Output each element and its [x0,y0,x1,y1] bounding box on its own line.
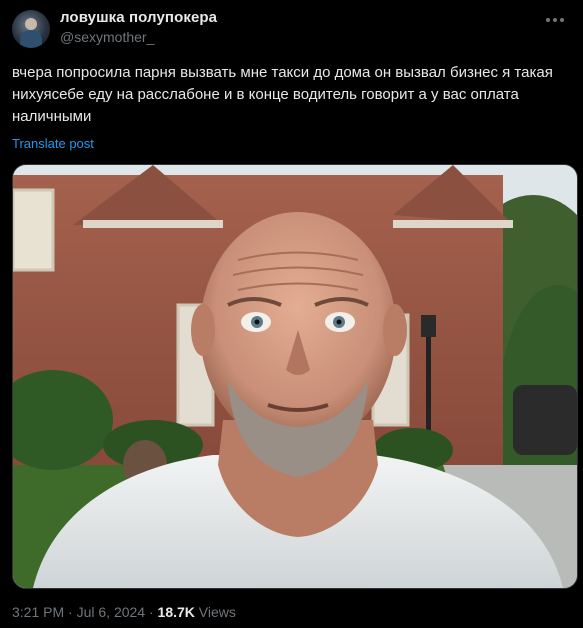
tweet-photo[interactable] [12,164,578,589]
tweet-date[interactable]: Jul 6, 2024 [77,604,146,620]
tweet-header: ловушка полупокера @sexymother_ [12,8,571,48]
views-label: Views [194,604,236,620]
more-horizontal-icon[interactable] [543,12,567,28]
meta-separator: · [145,604,158,620]
author-handle[interactable]: @sexymother_ [60,29,154,45]
tweet-time[interactable]: 3:21 PM [12,604,64,620]
avatar[interactable] [12,10,50,48]
author-display-name[interactable]: ловушка полупокера [60,9,217,26]
translate-post-link[interactable]: Translate post [12,136,94,151]
photo-illustration [13,165,577,588]
meta-separator: · [64,604,77,620]
tweet-meta: 3:21 PM · Jul 6, 2024 · 18.7K Views [12,604,236,620]
views-count: 18.7K [157,604,195,620]
tweet-text: вчера попросила парня вызвать мне такси … [12,64,553,125]
